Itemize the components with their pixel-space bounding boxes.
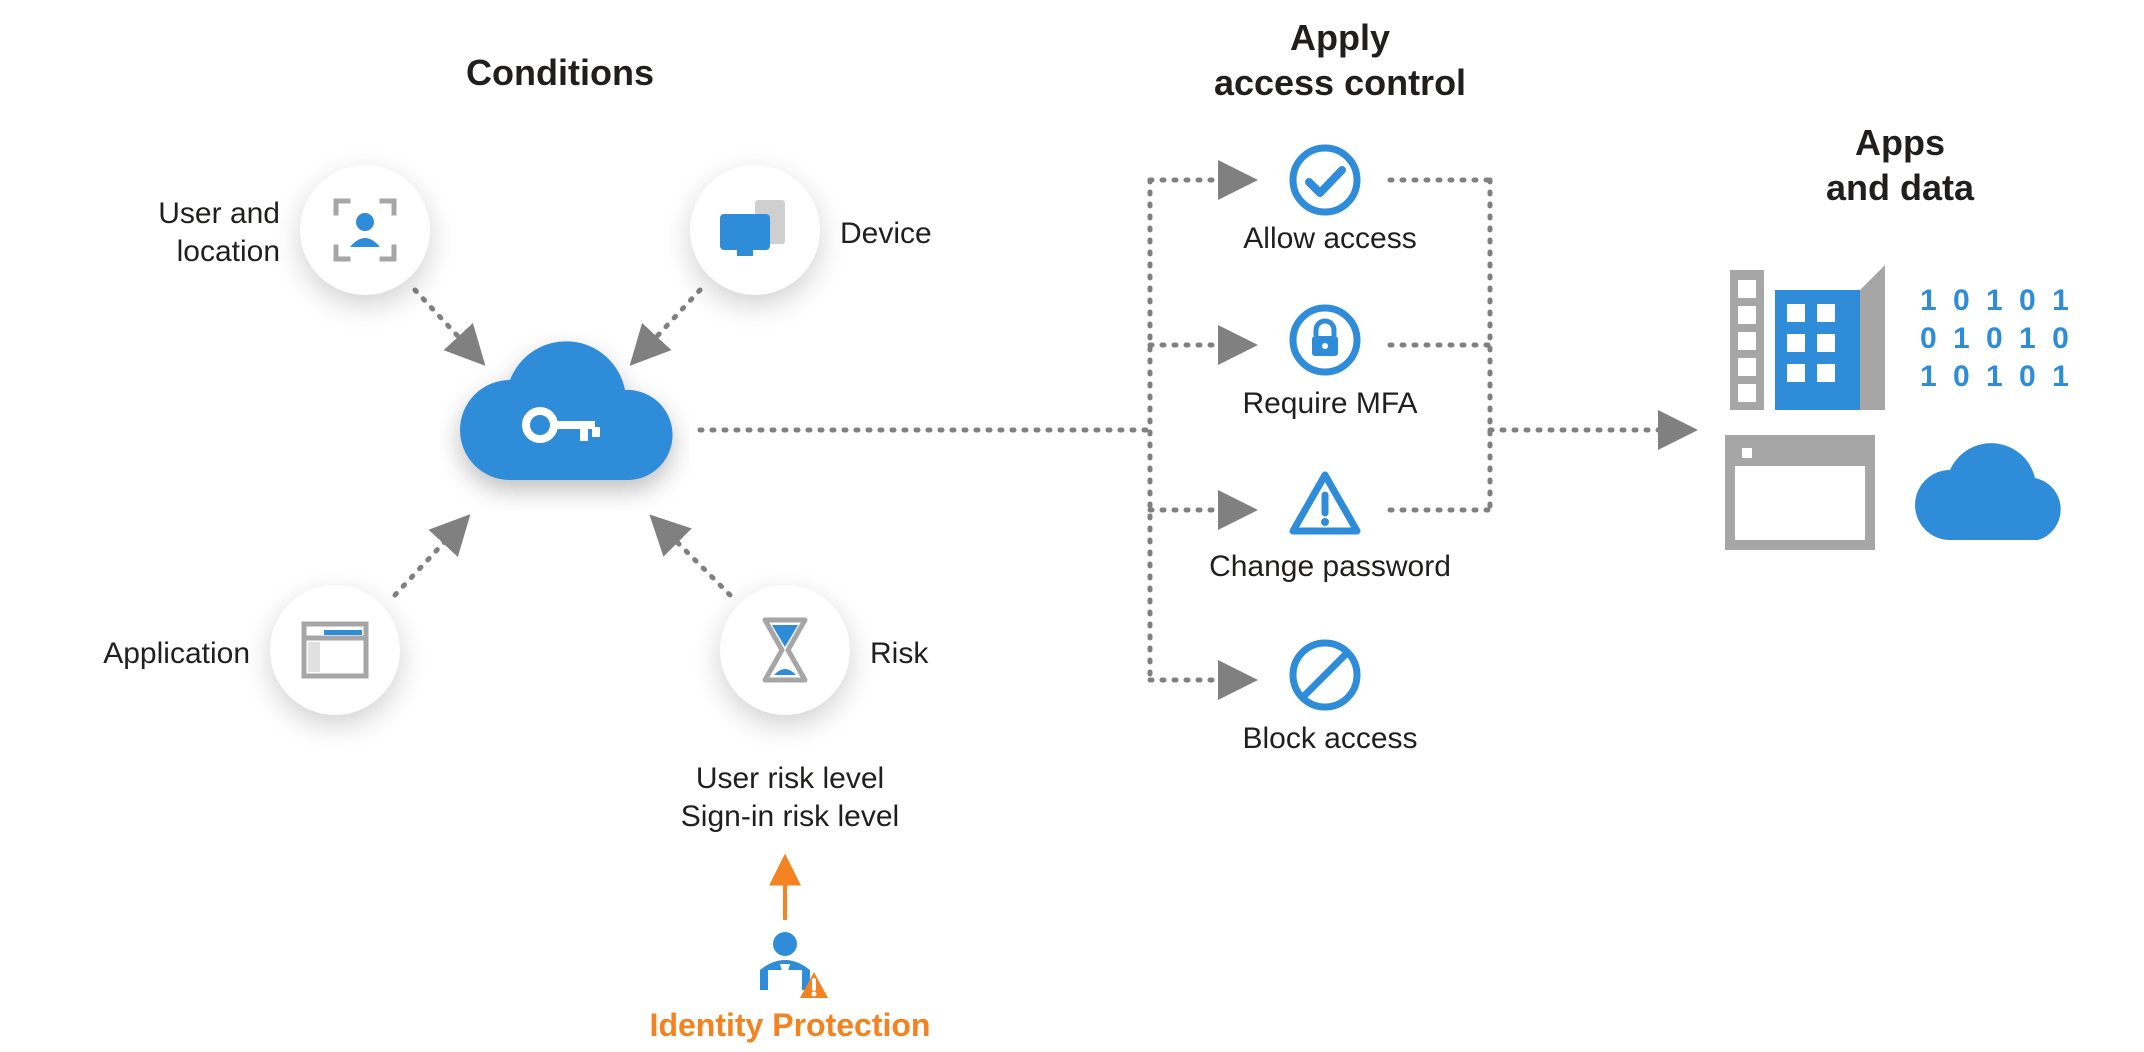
label-risk-detail: User risk level Sign-in risk level xyxy=(640,760,940,835)
hourglass-icon xyxy=(760,615,810,685)
apps-and-data-cluster: 1 0 1 0 1 0 0 1 0 1 0 1 1 0 1 0 1 0 xyxy=(1720,240,2080,560)
cloud-key-icon xyxy=(440,330,690,510)
application-window-icon xyxy=(300,620,370,680)
label-identity-protection: Identity Protection xyxy=(600,1005,980,1045)
heading-apply-access-control: Apply access control xyxy=(1160,15,1520,105)
arrow-risk-to-cloud xyxy=(655,520,730,595)
allow-access-icon xyxy=(1285,140,1365,220)
label-device: Device xyxy=(840,215,1040,253)
node-application xyxy=(270,585,400,715)
node-user-and-location xyxy=(300,165,430,295)
block-access-icon xyxy=(1285,635,1365,715)
app-window-icon xyxy=(1730,440,1870,545)
label-user-and-location: User and location xyxy=(70,195,280,270)
svg-text:1 0 1 0 1 0: 1 0 1 0 1 0 xyxy=(1920,360,2080,393)
heading-apps-and-data: Apps and data xyxy=(1720,120,2080,210)
require-mfa-icon xyxy=(1285,300,1365,380)
binary-data-icon: 1 0 1 0 1 0 0 1 0 1 0 1 1 0 1 0 1 0 xyxy=(1920,284,2080,393)
film-strip-icon xyxy=(1730,270,1764,410)
label-block-access: Block access xyxy=(1200,720,1460,758)
change-password-icon xyxy=(1285,465,1365,545)
node-device xyxy=(690,165,820,295)
svg-text:0 1 0 1 0 1: 0 1 0 1 0 1 xyxy=(1920,322,2080,355)
cloud-icon xyxy=(1915,443,2061,540)
identity-protection-icon xyxy=(750,930,830,1000)
central-cloud xyxy=(440,330,690,510)
label-application: Application xyxy=(40,635,250,673)
conditional-access-diagram: Conditions Apply access control Apps and… xyxy=(0,0,2144,1052)
arrow-application-to-cloud xyxy=(395,520,465,595)
building-icon xyxy=(1775,265,1885,410)
heading-conditions: Conditions xyxy=(360,50,760,95)
label-require-mfa: Require MFA xyxy=(1200,385,1460,423)
label-allow-access: Allow access xyxy=(1200,220,1460,258)
label-risk: Risk xyxy=(870,635,1030,673)
label-change-password: Change password xyxy=(1180,548,1480,586)
svg-text:1 0 1 0 1 0: 1 0 1 0 1 0 xyxy=(1920,284,2080,317)
device-icon xyxy=(715,200,795,260)
node-risk xyxy=(720,585,850,715)
user-focus-icon xyxy=(330,195,400,265)
